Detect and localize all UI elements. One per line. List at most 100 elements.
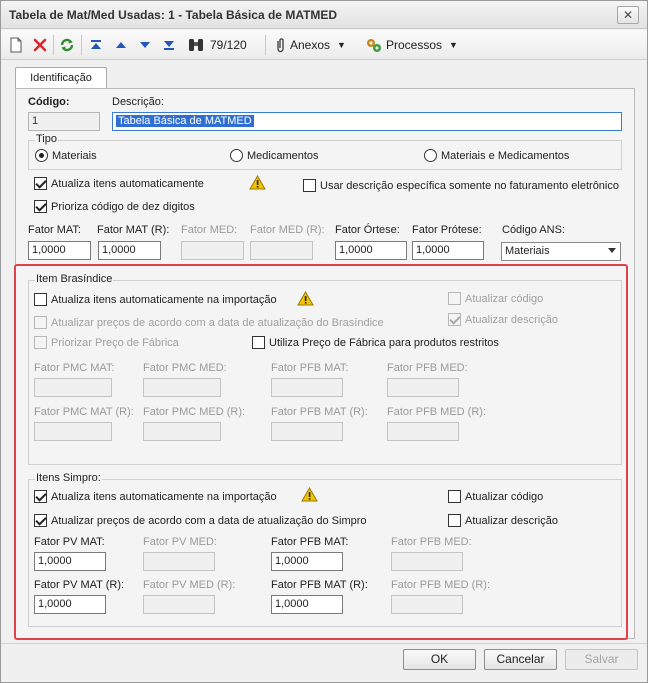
tab-label: Identificação xyxy=(30,72,92,84)
fator-pfb-mat-r-simpro-label: Fator PFB MAT (R): xyxy=(271,579,368,591)
atualiza-itens-checkbox[interactable]: Atualiza itens automaticamente xyxy=(34,177,204,190)
search-record-button[interactable]: 79/120 xyxy=(187,36,247,54)
next-record-icon xyxy=(140,42,150,48)
fator-ortese-input[interactable]: 1,0000 xyxy=(335,241,407,260)
fator-pfb-med-simpro-input[interactable] xyxy=(391,552,463,571)
brasindice-utiliza-preco-checkbox[interactable]: Utiliza Preço de Fábrica para produtos r… xyxy=(252,336,499,349)
fator-pfb-mat-input[interactable] xyxy=(271,378,343,397)
gears-icon xyxy=(367,39,381,52)
radio-indicator xyxy=(424,149,437,162)
fator-pmc-med-input[interactable] xyxy=(143,378,221,397)
fator-pmc-mat-label: Fator PMC MAT: xyxy=(34,362,115,374)
fator-pmc-med-r-input[interactable] xyxy=(143,422,221,441)
dialog-window: Tabela de Mat/Med Usadas: 1 - Tabela Bás… xyxy=(0,0,648,683)
fator-pfb-mat-r-simpro-input[interactable]: 1,0000 xyxy=(271,595,343,614)
simpro-atualiza-importacao-checkbox[interactable]: Atualiza itens automaticamente na import… xyxy=(34,490,277,503)
fator-med-r-input[interactable] xyxy=(250,241,313,260)
tab-identificacao[interactable]: Identificação xyxy=(15,67,107,89)
radio-materiais-e-medicamentos[interactable]: Materiais e Medicamentos xyxy=(424,149,569,162)
checkbox-indicator xyxy=(252,336,265,349)
checkbox-label: Atualiza itens automaticamente na import… xyxy=(51,490,277,503)
next-record-button[interactable] xyxy=(138,36,152,54)
new-button[interactable] xyxy=(9,36,23,54)
fator-pfb-med-r-label: Fator PFB MED (R): xyxy=(387,406,487,418)
checkbox-label: Atualizar descrição xyxy=(465,313,558,326)
usar-descricao-checkbox[interactable]: Usar descrição específica somente no fat… xyxy=(303,179,619,192)
anexos-menu-button[interactable]: Anexos ▼ xyxy=(273,36,346,54)
fator-pmc-mat-input[interactable] xyxy=(34,378,112,397)
brasindice-atualizar-codigo-checkbox[interactable]: Atualizar código xyxy=(448,292,543,305)
fator-mat-label: Fator MAT: xyxy=(28,224,81,236)
first-record-button[interactable] xyxy=(89,36,103,54)
fator-med-input[interactable] xyxy=(181,241,244,260)
radio-label: Materiais e Medicamentos xyxy=(441,149,570,162)
radio-materiais[interactable]: Materiais xyxy=(35,149,97,162)
checkbox-indicator xyxy=(34,177,47,190)
new-document-icon xyxy=(10,37,22,53)
anexos-label: Anexos xyxy=(290,38,331,52)
last-record-button[interactable] xyxy=(162,36,176,54)
simpro-atualizar-codigo-checkbox[interactable]: Atualizar código xyxy=(448,490,543,503)
fator-ortese-label: Fator Órtese: xyxy=(335,224,400,236)
simpro-atualizar-precos-checkbox[interactable]: Atualizar preços de acordo com a data de… xyxy=(34,514,367,527)
codigo-field[interactable]: 1 xyxy=(28,112,100,131)
codigo-label: Código: xyxy=(28,96,70,108)
fator-pv-mat-input[interactable]: 1,0000 xyxy=(34,552,106,571)
fator-pfb-mat-label: Fator PFB MAT: xyxy=(271,362,349,374)
warning-icon xyxy=(249,175,266,190)
codigo-ans-select[interactable]: Materiais xyxy=(501,242,621,261)
radio-medicamentos[interactable]: Medicamentos xyxy=(230,149,319,162)
checkbox-label: Atualizar código xyxy=(465,490,544,503)
fator-mat-r-input[interactable]: 1,0000 xyxy=(98,241,161,260)
fator-protese-input[interactable]: 1,0000 xyxy=(412,241,484,260)
chevron-down-icon: ▼ xyxy=(337,40,346,50)
radio-label: Materiais xyxy=(52,149,97,162)
brasindice-atualiza-importacao-checkbox[interactable]: Atualiza itens automaticamente na import… xyxy=(34,293,277,306)
previous-record-button[interactable] xyxy=(114,36,128,54)
fator-pv-med-r-label: Fator PV MED (R): xyxy=(143,579,236,591)
fator-pfb-med-r-simpro-input[interactable] xyxy=(391,595,463,614)
fator-pv-mat-r-input[interactable]: 1,0000 xyxy=(34,595,106,614)
previous-record-icon xyxy=(116,42,126,48)
descricao-input[interactable]: Tabela Básica de MATMED xyxy=(112,112,622,131)
brasindice-atualizar-descricao-checkbox[interactable]: Atualizar descrição xyxy=(448,313,558,326)
toolbar-separator xyxy=(81,35,82,55)
fator-pv-mat-r-label: Fator PV MAT (R): xyxy=(34,579,125,591)
chevron-down-icon xyxy=(608,248,616,253)
tipo-group-title: Tipo xyxy=(35,133,58,145)
toolbar-separator xyxy=(265,35,266,55)
checkbox-indicator xyxy=(34,293,47,306)
ok-button[interactable]: OK xyxy=(403,649,476,670)
fator-pfb-mat-simpro-input[interactable]: 1,0000 xyxy=(271,552,343,571)
fator-pfb-med-r-input[interactable] xyxy=(387,422,459,441)
fator-pfb-mat-r-label: Fator PFB MAT (R): xyxy=(271,406,368,418)
first-record-icon xyxy=(91,40,101,49)
fator-pv-med-input[interactable] xyxy=(143,552,215,571)
checkbox-indicator xyxy=(34,200,47,213)
codigo-ans-label: Código ANS: xyxy=(502,224,565,236)
fator-mat-input[interactable]: 1,0000 xyxy=(28,241,91,260)
cancel-button[interactable]: Cancelar xyxy=(484,649,557,670)
fator-pmc-mat-r-input[interactable] xyxy=(34,422,112,441)
refresh-button[interactable] xyxy=(59,36,75,54)
refresh-icon xyxy=(60,38,74,52)
fator-pfb-mat-r-input[interactable] xyxy=(271,422,343,441)
prioriza-codigo-checkbox[interactable]: Prioriza código de dez digitos xyxy=(34,200,195,213)
save-button[interactable]: Salvar xyxy=(565,649,638,670)
brasindice-priorizar-preco-checkbox[interactable]: Priorizar Preço de Fábrica xyxy=(34,336,179,349)
processos-label: Processos xyxy=(386,38,443,52)
fator-protese-label: Fator Prótese: xyxy=(412,224,482,236)
radio-indicator xyxy=(35,149,48,162)
simpro-atualizar-descricao-checkbox[interactable]: Atualizar descrição xyxy=(448,514,558,527)
brasindice-atualizar-precos-checkbox[interactable]: Atualizar preços de acordo com a data de… xyxy=(34,316,384,329)
delete-button[interactable] xyxy=(32,36,48,54)
title-bar[interactable]: Tabela de Mat/Med Usadas: 1 - Tabela Bás… xyxy=(1,1,647,29)
processos-menu-button[interactable]: Processos ▼ xyxy=(365,36,458,54)
fator-pv-mat-label: Fator PV MAT: xyxy=(34,536,105,548)
fator-pfb-med-r-simpro-label: Fator PFB MED (R): xyxy=(391,579,491,591)
close-button[interactable]: ✕ xyxy=(617,6,639,24)
fator-pfb-med-input[interactable] xyxy=(387,378,459,397)
fator-pv-med-r-input[interactable] xyxy=(143,595,215,614)
checkbox-label: Atualiza itens automaticamente na import… xyxy=(51,293,277,306)
toolbar-separator xyxy=(53,35,54,55)
